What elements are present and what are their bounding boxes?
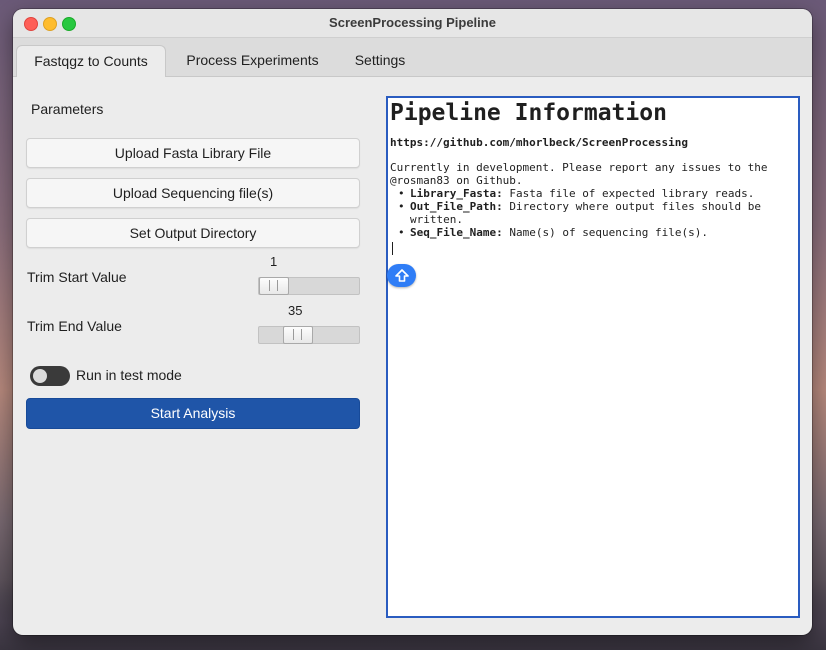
trim-end-value: 35: [288, 303, 303, 318]
list-item: Out_File_Path: Directory where output fi…: [390, 200, 794, 226]
tab-fastqgz-to-counts[interactable]: Fastqgz to Counts: [16, 45, 166, 77]
pipeline-info-panel[interactable]: Pipeline Information https://github.com/…: [386, 96, 800, 618]
upload-sequencing-button[interactable]: Upload Sequencing file(s): [26, 178, 360, 208]
text-cursor: [392, 242, 393, 255]
list-item: Seq_File_Name: Name(s) of sequencing fil…: [390, 226, 794, 239]
list-item: Library_Fasta: Fasta file of expected li…: [390, 187, 794, 200]
tab-settings[interactable]: Settings: [340, 45, 420, 76]
list-item-key: Out_File_Path:: [410, 200, 503, 213]
test-mode-label: Run in test mode: [76, 367, 182, 383]
arrow-up-icon: [394, 268, 409, 282]
trim-start-slider-handle[interactable]: [259, 277, 289, 295]
app-window: ScreenProcessing Pipeline Fastqgz to Cou…: [13, 9, 812, 635]
parameters-heading: Parameters: [31, 101, 104, 117]
trim-end-slider-handle[interactable]: [283, 326, 313, 344]
list-item-key: Seq_File_Name:: [410, 226, 503, 239]
start-analysis-button[interactable]: Start Analysis: [26, 398, 360, 429]
tab-bar: Fastqgz to Counts Process Experiments Se…: [13, 38, 812, 77]
trim-end-slider[interactable]: [258, 326, 360, 344]
test-mode-toggle[interactable]: [30, 366, 70, 386]
trim-end-label: Trim End Value: [27, 318, 122, 334]
toggle-knob: [33, 369, 47, 383]
set-output-directory-button[interactable]: Set Output Directory: [26, 218, 360, 248]
parameter-list: Library_Fasta: Fasta file of expected li…: [390, 187, 794, 239]
parameters-panel: Parameters Upload Fasta Library File Upl…: [16, 84, 374, 624]
list-item-desc: Fasta file of expected library reads.: [502, 187, 755, 200]
trim-start-slider[interactable]: [258, 277, 360, 295]
trim-start-label: Trim Start Value: [27, 269, 127, 285]
title-bar: ScreenProcessing Pipeline: [13, 9, 812, 38]
upload-fasta-button[interactable]: Upload Fasta Library File: [26, 138, 360, 168]
github-link[interactable]: https://github.com/mhorlbeck/ScreenProce…: [390, 136, 794, 149]
info-description: Currently in development. Please report …: [390, 161, 775, 187]
scroll-up-button[interactable]: [387, 264, 416, 287]
trim-start-value: 1: [270, 254, 278, 269]
tab-process-experiments[interactable]: Process Experiments: [170, 45, 335, 76]
list-item-key: Library_Fasta:: [410, 187, 503, 200]
window-title: ScreenProcessing Pipeline: [329, 15, 496, 30]
pipeline-info-content: Pipeline Information https://github.com/…: [390, 100, 794, 239]
list-item-desc: Name(s) of sequencing file(s).: [502, 226, 709, 239]
info-title: Pipeline Information: [390, 100, 667, 126]
